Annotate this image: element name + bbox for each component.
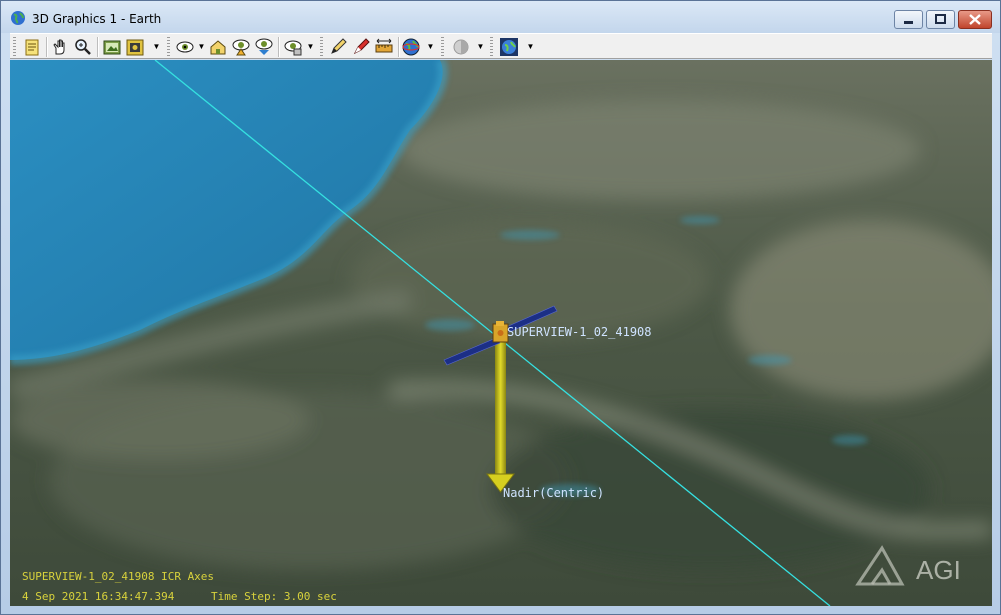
- view-options-button[interactable]: [283, 37, 303, 57]
- view-from-to-button[interactable]: [175, 37, 195, 57]
- properties-button[interactable]: [22, 37, 42, 57]
- ruler-button[interactable]: [374, 37, 394, 57]
- record-movie-icon: [126, 39, 144, 56]
- separator: [46, 37, 48, 57]
- measure-pencil-icon: [331, 38, 347, 54]
- lighting-dropdown-arrow[interactable]: ▼: [476, 38, 485, 56]
- maximize-icon: [935, 14, 946, 24]
- separator: [398, 37, 400, 57]
- ruler-icon: [375, 38, 393, 53]
- annotation-marker-icon: [353, 38, 370, 55]
- globe-dropdown-arrow[interactable]: ▼: [426, 38, 435, 56]
- satellite-label[interactable]: SUPERVIEW-1_02_41908: [507, 325, 652, 339]
- minimize-icon: [904, 21, 913, 24]
- agi-logo: AGI: [854, 544, 974, 593]
- toolbar-grip[interactable]: [13, 37, 16, 57]
- minimize-button[interactable]: [894, 10, 923, 29]
- annotation-marker-button[interactable]: [351, 37, 371, 57]
- record-dropdown-arrow[interactable]: ▼: [152, 38, 161, 56]
- properties-icon: [25, 39, 39, 56]
- terrain-globe-button[interactable]: [499, 37, 519, 57]
- hud-timestep-text: Time Step: 3.00 sec: [211, 590, 337, 603]
- toolbar-grip[interactable]: [441, 37, 444, 57]
- earth-globe-icon: [10, 10, 26, 26]
- maximize-button[interactable]: [926, 10, 955, 29]
- hud-time-text: 4 Sep 2021 16:34:47.394: [22, 590, 175, 603]
- view-dropdown-arrow[interactable]: ▼: [197, 38, 206, 56]
- hud-axes-text: SUPERVIEW-1_02_41908 ICR Axes: [22, 570, 215, 583]
- app-window: 3D Graphics 1 - Earth ▼ ▼ ▼ ▼ ▼ ▼ SUPERV…: [0, 0, 1001, 615]
- toolbar-grip[interactable]: [490, 37, 493, 57]
- globe-manager-button[interactable]: [401, 37, 421, 57]
- separator: [97, 37, 99, 57]
- pan-button[interactable]: [50, 37, 70, 57]
- lighting-button[interactable]: [451, 37, 471, 57]
- toolbar-grip[interactable]: [167, 37, 170, 57]
- window-title: 3D Graphics 1 - Earth: [32, 12, 162, 26]
- zoom-icon: [75, 39, 91, 55]
- snapshot-icon: [103, 40, 121, 55]
- measure-pencil-button[interactable]: [328, 37, 348, 57]
- separator: [278, 37, 280, 57]
- snapshot-button[interactable]: [102, 37, 122, 57]
- toolbar: ▼ ▼ ▼ ▼ ▼ ▼: [10, 33, 992, 59]
- orient-north-button[interactable]: [231, 37, 251, 57]
- record-movie-button[interactable]: [125, 37, 145, 57]
- lighting-icon: [453, 39, 469, 55]
- globe-manager-icon: [402, 38, 420, 56]
- agi-logo-icon: AGI: [855, 545, 961, 586]
- orient-top-down-icon: [255, 38, 273, 55]
- home-view-icon: [210, 40, 226, 55]
- orient-top-down-button[interactable]: [254, 37, 274, 57]
- terrain-dropdown-arrow[interactable]: ▼: [526, 38, 535, 56]
- terrain-globe-icon: [500, 38, 518, 56]
- 3d-graphics-viewport[interactable]: SUPERVIEW-1_02_41908 Nadir(Centric) SUPE…: [10, 60, 992, 606]
- pan-hand-icon: [53, 39, 65, 55]
- home-view-button[interactable]: [208, 37, 228, 57]
- close-icon: [969, 14, 981, 25]
- orient-north-icon: [232, 39, 250, 56]
- nadir-vector-label[interactable]: Nadir(Centric): [503, 486, 604, 500]
- view-options-dropdown-arrow[interactable]: ▼: [306, 38, 315, 56]
- earth-terrain-scene: [10, 60, 992, 606]
- close-button[interactable]: [958, 10, 992, 29]
- title-bar[interactable]: 3D Graphics 1 - Earth: [1, 1, 1000, 33]
- zoom-button[interactable]: [73, 37, 93, 57]
- view-from-to-icon: [176, 41, 194, 53]
- toolbar-grip[interactable]: [320, 37, 323, 57]
- view-options-icon: [284, 40, 302, 56]
- agi-logo-text: AGI: [916, 555, 961, 585]
